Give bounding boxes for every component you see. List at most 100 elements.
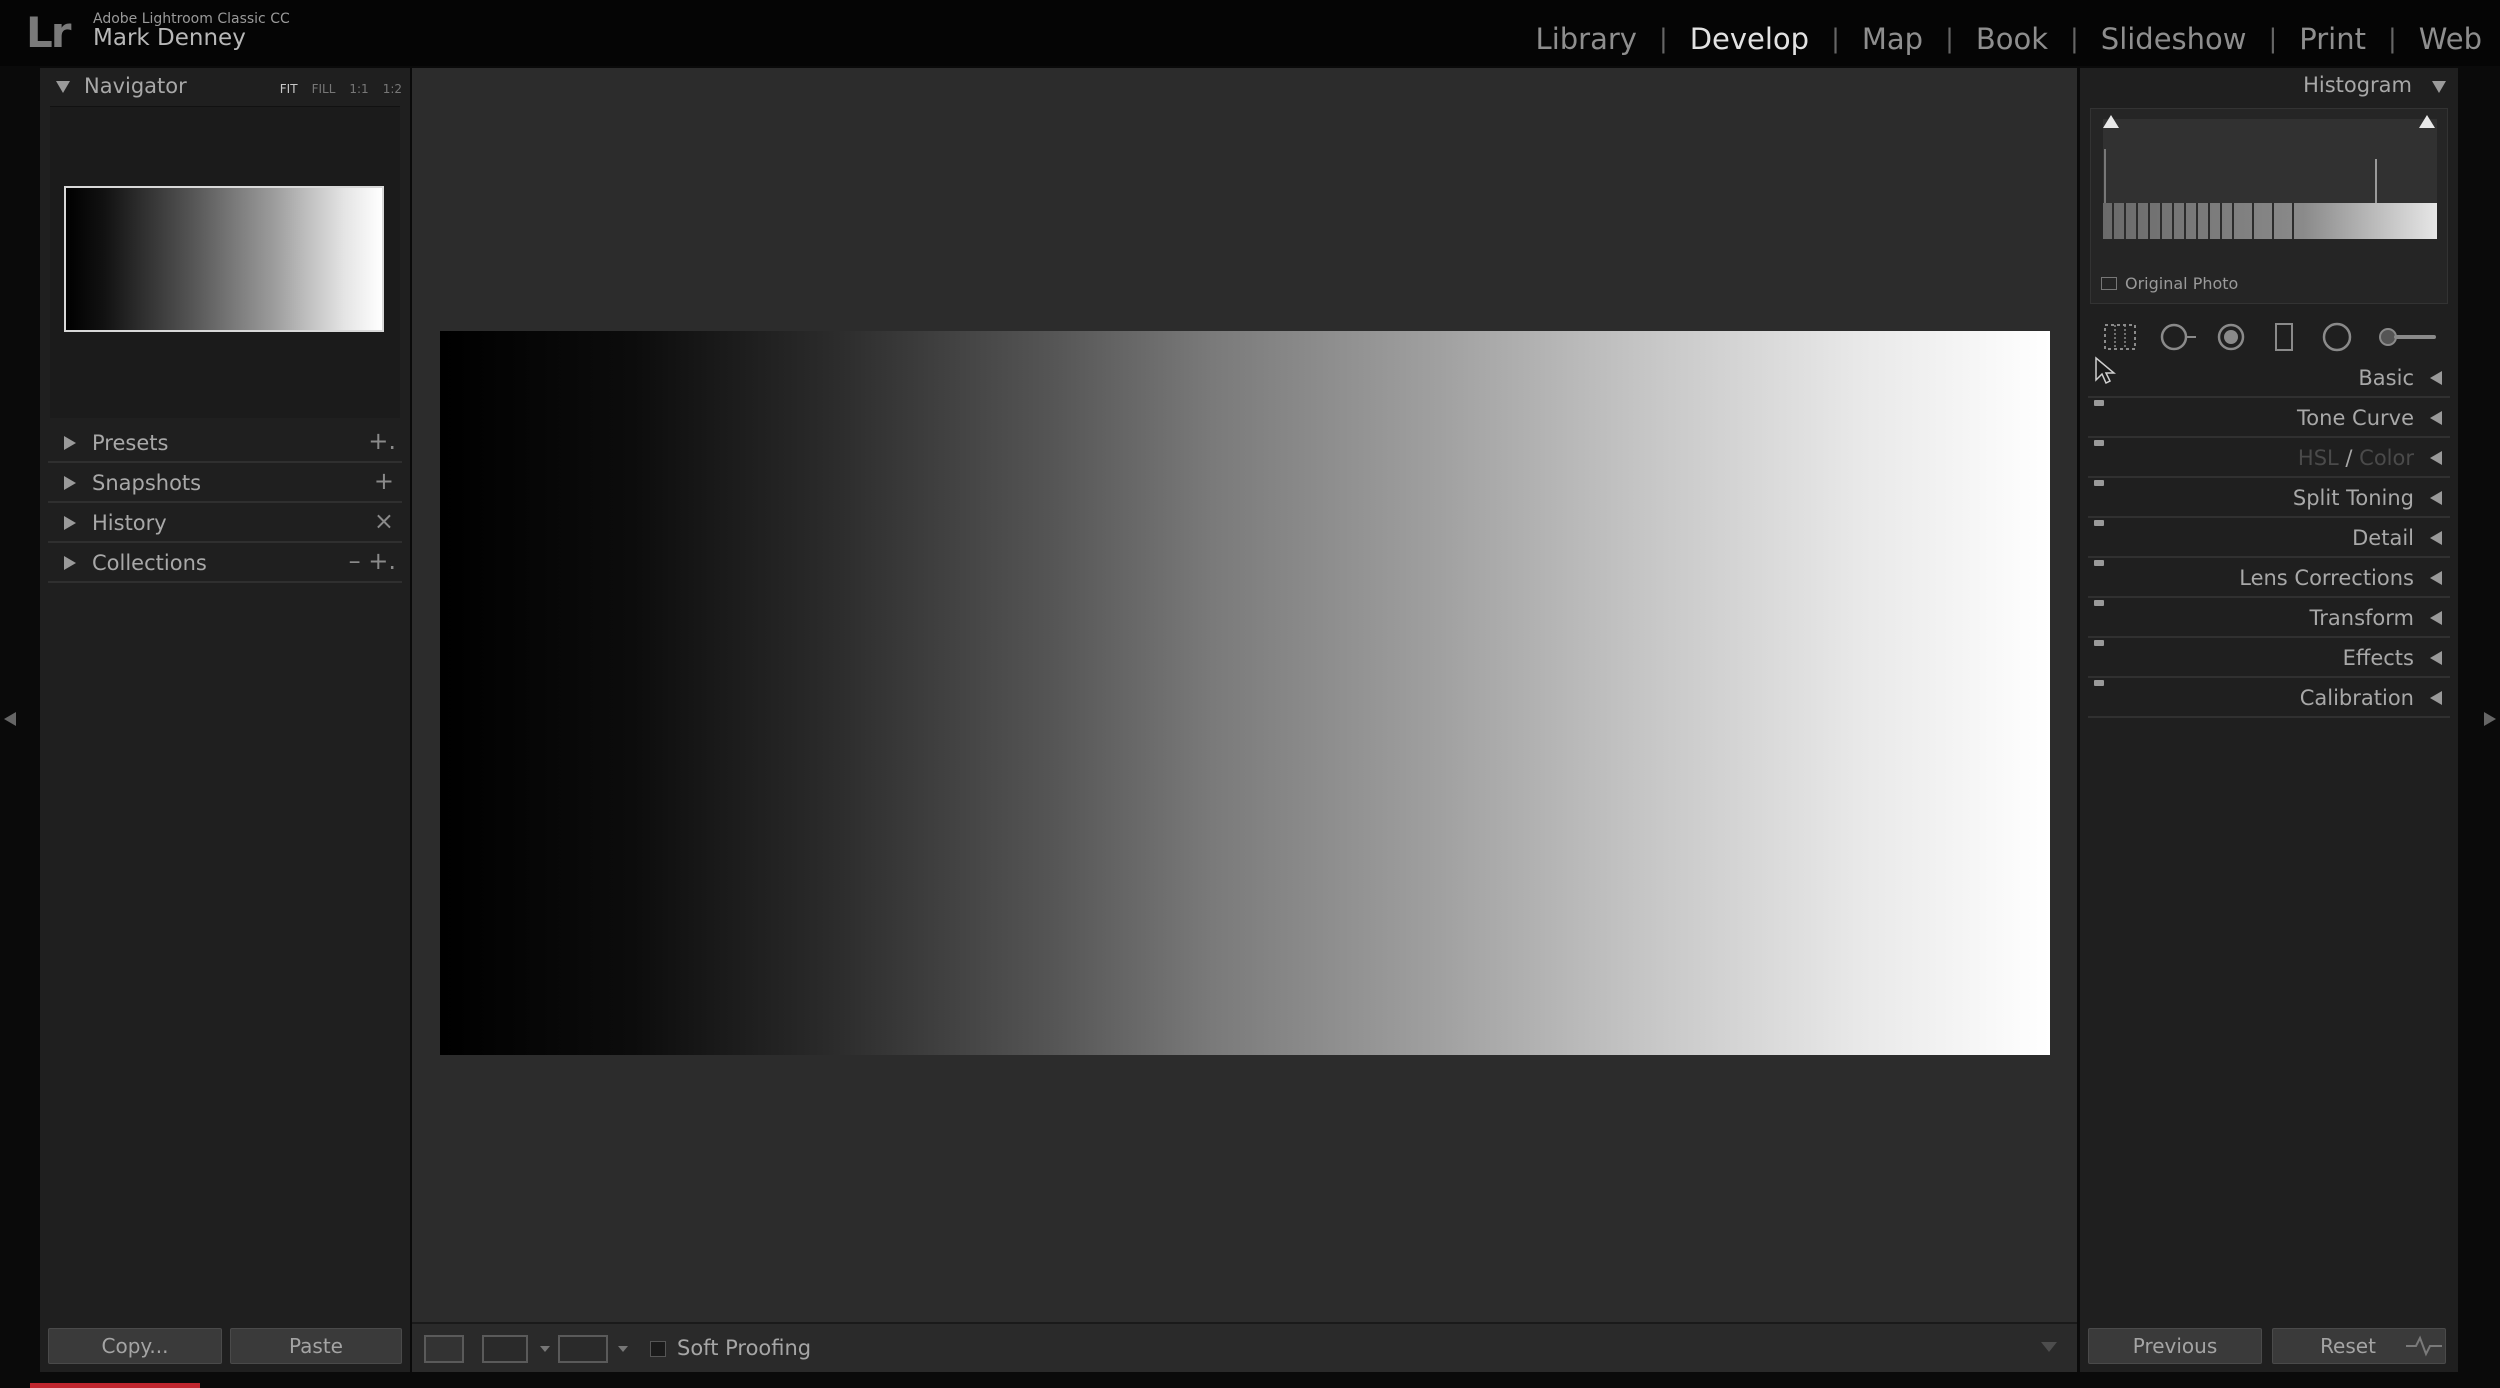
module-separator: | [1945, 24, 1954, 54]
histogram-bars [2103, 149, 2437, 239]
expand-triangle-icon [2430, 531, 2442, 545]
panel-toggle-switch[interactable] [2094, 600, 2104, 606]
collapse-triangle-icon[interactable] [56, 81, 70, 93]
before-after-lr-icon[interactable] [482, 1335, 528, 1363]
panel-toggle-switch[interactable] [2094, 560, 2104, 566]
chevron-down-icon[interactable] [618, 1346, 628, 1352]
expand-triangle-icon [64, 516, 76, 530]
histogram-title[interactable]: Histogram [2303, 73, 2412, 97]
loupe-view-icon[interactable] [424, 1335, 464, 1363]
collapse-triangle-icon[interactable] [2432, 81, 2446, 93]
left-panel: Navigator FIT FILL 1:1 1:2 Presets +. Sn… [40, 68, 410, 1372]
hsl-color-label: HSL / Color [2298, 446, 2414, 470]
hsl-tab[interactable]: HSL [2298, 446, 2339, 470]
panel-basic[interactable]: Basic [2088, 358, 2450, 398]
navigator-thumbnail[interactable] [64, 186, 384, 332]
navigator-header[interactable]: Navigator FIT FILL 1:1 1:2 [40, 68, 410, 106]
module-web[interactable]: Web [2419, 22, 2482, 56]
panel-toggle-switch[interactable] [2094, 640, 2104, 646]
copy-button[interactable]: Copy... [48, 1328, 222, 1364]
collection-add-remove-icon[interactable]: – +. [349, 547, 396, 575]
module-book[interactable]: Book [1976, 22, 2048, 56]
add-snapshot-icon[interactable]: + [374, 467, 394, 495]
panel-toggle-switch[interactable] [2094, 400, 2104, 406]
mouse-cursor-icon [2095, 356, 2116, 385]
expand-triangle-icon [64, 556, 76, 570]
red-eye-icon[interactable] [2214, 322, 2248, 352]
histogram-graph[interactable] [2103, 119, 2437, 239]
panel-calibration[interactable]: Calibration [2088, 678, 2450, 718]
basic-label: Basic [2358, 366, 2414, 390]
expand-triangle-icon [2430, 491, 2442, 505]
shadow-clipping-icon[interactable] [2103, 115, 2119, 128]
expand-triangle-icon [2430, 691, 2442, 705]
previous-button[interactable]: Previous [2088, 1328, 2262, 1364]
module-separator: | [2268, 24, 2278, 54]
histogram[interactable]: Original Photo [2090, 108, 2448, 304]
toolbar-menu-icon[interactable] [2041, 1342, 2057, 1352]
zoom-1-2[interactable]: 1:2 [383, 82, 402, 96]
panel-hsl-color[interactable]: HSL / Color [2088, 438, 2450, 478]
chevron-down-icon[interactable] [540, 1346, 550, 1352]
adjustment-brush-icon[interactable] [2376, 322, 2440, 352]
expand-triangle-icon [2430, 651, 2442, 665]
original-photo-checkbox[interactable] [2101, 277, 2117, 290]
zoom-1-1[interactable]: 1:1 [349, 82, 368, 96]
add-preset-icon[interactable]: +. [368, 427, 396, 455]
module-picker: Library | Develop | Map | Book | Slidesh… [1536, 22, 2482, 56]
left-panel-toggle-icon[interactable] [4, 712, 16, 726]
radial-filter-icon[interactable] [2320, 322, 2354, 352]
color-tab[interactable]: Color [2359, 446, 2414, 470]
navigator-zoom-options: FIT FILL 1:1 1:2 [280, 82, 402, 96]
snapshots-label: Snapshots [92, 471, 202, 495]
panel-detail[interactable]: Detail [2088, 518, 2450, 558]
panel-toggle-switch[interactable] [2094, 440, 2104, 446]
panel-snapshots[interactable]: Snapshots + [48, 463, 402, 503]
module-separator: | [1658, 24, 1668, 54]
reset-switch-icon[interactable] [2404, 1334, 2444, 1358]
calibration-label: Calibration [2299, 686, 2414, 710]
panel-lens-corrections[interactable]: Lens Corrections [2088, 558, 2450, 598]
module-separator: | [2070, 24, 2079, 54]
module-library[interactable]: Library [1536, 22, 1637, 56]
presets-label: Presets [92, 431, 169, 455]
panel-transform[interactable]: Transform [2088, 598, 2450, 638]
right-panel-toggle-icon[interactable] [2484, 712, 2496, 726]
paste-button[interactable]: Paste [230, 1328, 402, 1364]
module-separator: | [1831, 24, 1840, 54]
panel-effects[interactable]: Effects [2088, 638, 2450, 678]
detail-label: Detail [2352, 526, 2414, 550]
zoom-fill[interactable]: FILL [312, 82, 336, 96]
expand-triangle-icon [2430, 371, 2442, 385]
highlight-clipping-icon[interactable] [2419, 115, 2435, 128]
before-after-yy-icon[interactable] [558, 1335, 608, 1363]
user-name[interactable]: Mark Denney [93, 25, 246, 51]
zoom-fit[interactable]: FIT [280, 82, 298, 96]
graduated-filter-icon[interactable] [2272, 322, 2296, 352]
panel-toggle-switch[interactable] [2094, 680, 2104, 686]
panel-split-toning[interactable]: Split Toning [2088, 478, 2450, 518]
crop-overlay-icon[interactable] [2102, 322, 2138, 352]
module-develop[interactable]: Develop [1690, 22, 1809, 56]
panel-toggle-switch[interactable] [2094, 520, 2104, 526]
lens-corrections-label: Lens Corrections [2239, 566, 2414, 590]
panel-history[interactable]: History × [48, 503, 402, 543]
clear-history-icon[interactable]: × [374, 507, 394, 535]
expand-triangle-icon [2430, 411, 2442, 425]
transform-label: Transform [2309, 606, 2414, 630]
bottom-toolbar: Soft Proofing [412, 1322, 2077, 1372]
module-print[interactable]: Print [2299, 22, 2366, 56]
panel-presets[interactable]: Presets +. [48, 423, 402, 463]
panel-tone-curve[interactable]: Tone Curve [2088, 398, 2450, 438]
photo-canvas[interactable] [440, 331, 2050, 1055]
soft-proofing-checkbox[interactable] [650, 1341, 666, 1357]
module-map[interactable]: Map [1862, 22, 1923, 56]
module-slideshow[interactable]: Slideshow [2101, 22, 2247, 56]
panel-collections[interactable]: Collections – +. [48, 543, 402, 583]
panel-toggle-switch[interactable] [2094, 480, 2104, 486]
effects-label: Effects [2342, 646, 2414, 670]
status-indicator [30, 1383, 200, 1388]
spot-removal-icon[interactable] [2156, 322, 2200, 352]
original-photo-label: Original Photo [2125, 274, 2239, 293]
develop-tool-strip [2090, 314, 2448, 360]
